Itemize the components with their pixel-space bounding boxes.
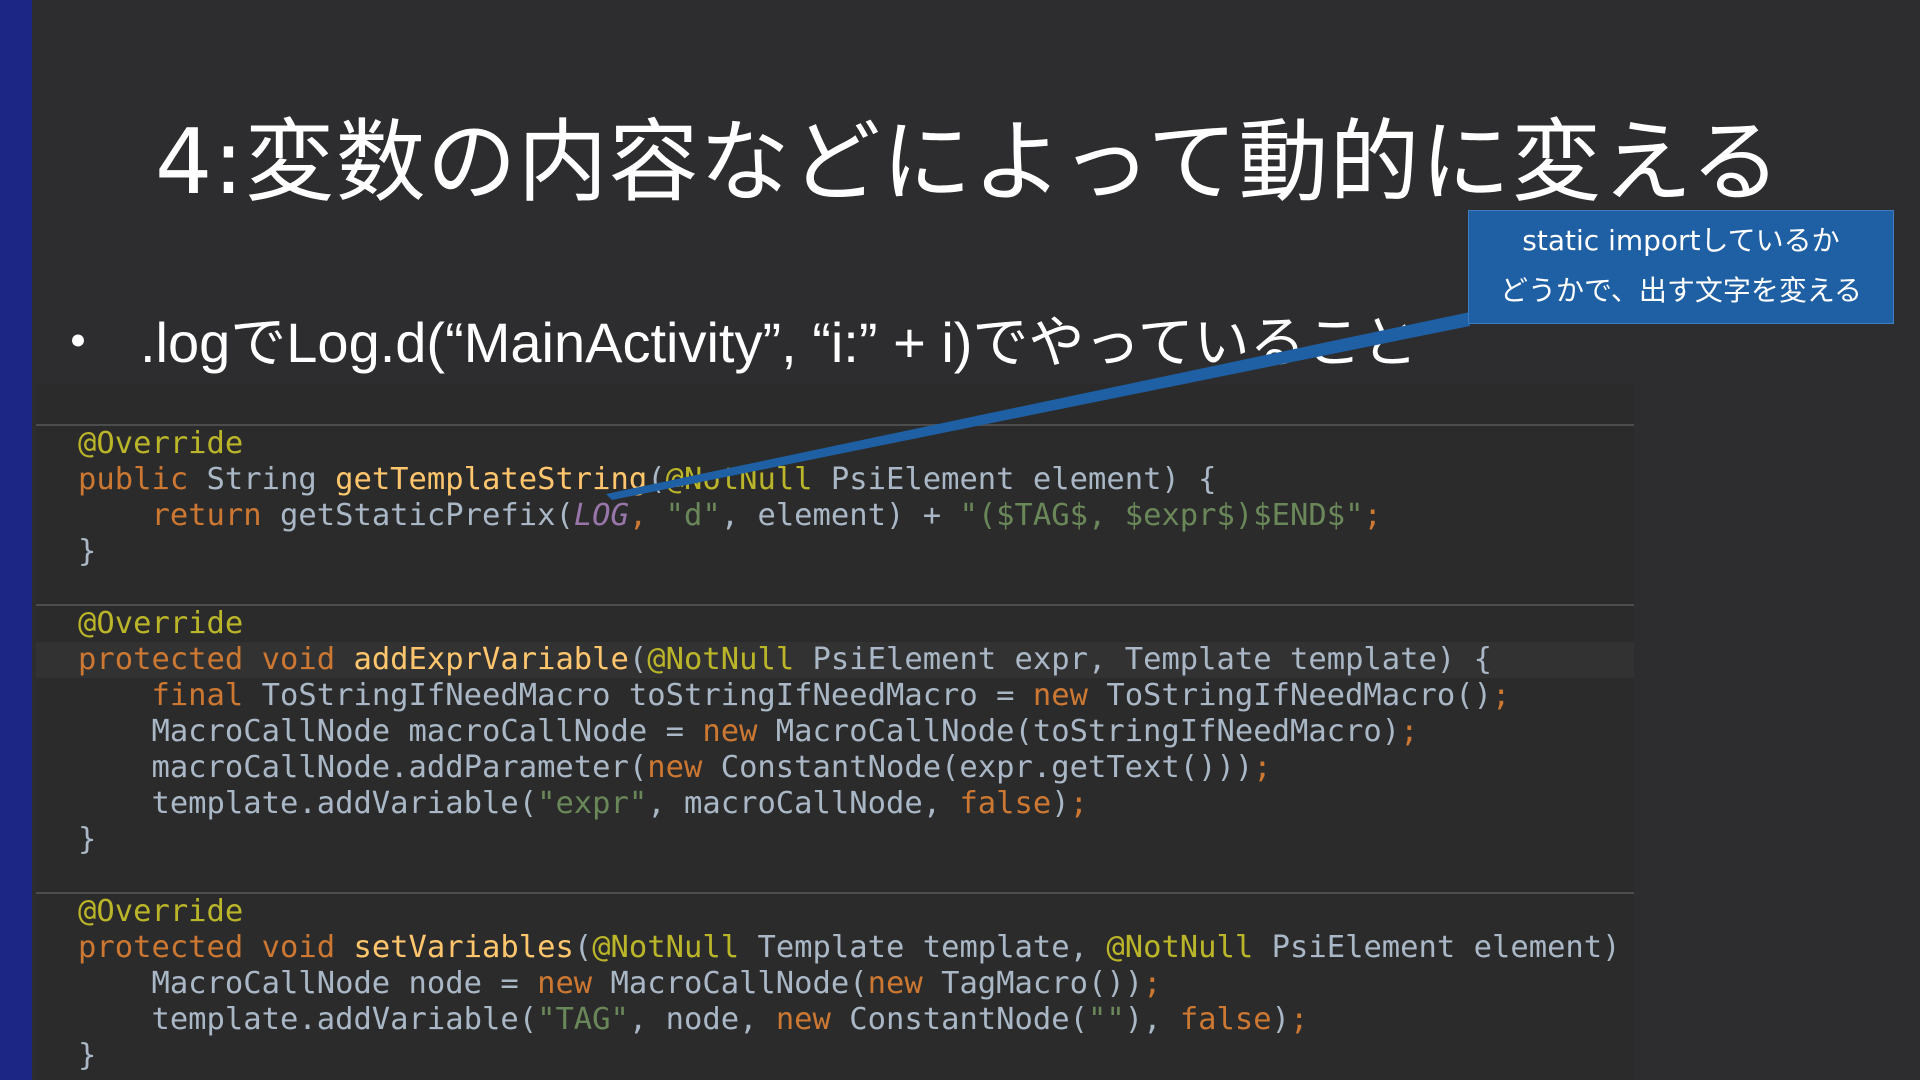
code-line: }: [78, 1038, 97, 1073]
code-line: template.addVariable("TAG", node, new Co…: [151, 1002, 1309, 1037]
bullet-item: ・ .logでLog.d(“MainActivity”, “i:” + i)でやっ…: [50, 308, 1418, 378]
callout-line-2: どうかで、出す文字を変える: [1499, 274, 1863, 307]
code-line: public String getTemplateString(@NotNull…: [78, 462, 1217, 497]
code-line: @Override: [78, 606, 244, 641]
method-separator: [36, 892, 1634, 894]
code-line: @Override: [78, 894, 244, 929]
code-line: protected void addExprVariable(@NotNull …: [78, 642, 1492, 677]
bullet-marker: ・: [50, 311, 106, 374]
code-line: MacroCallNode macroCallNode = new MacroC…: [151, 714, 1419, 749]
code-line: final ToStringIfNeedMacro toStringIfNeed…: [151, 678, 1511, 713]
code-line: macroCallNode.addParameter(new ConstantN…: [151, 750, 1272, 785]
code-line: return getStaticPrefix(LOG, "d", element…: [151, 498, 1382, 533]
slide: 4:変数の内容などによって動的に変える ・ .logでLog.d(“MainAct…: [0, 0, 1920, 1080]
code-line: template.addVariable("expr", macroCallNo…: [151, 786, 1089, 821]
code-line: MacroCallNode node = new MacroCallNode(n…: [151, 966, 1162, 1001]
slide-title: 4:変数の内容などによって動的に変える: [155, 110, 1782, 215]
bullet-text: .logでLog.d(“MainActivity”, “i:” + i)でやって…: [140, 311, 1418, 374]
accent-bar: [0, 0, 32, 1080]
code-line: protected void setVariables(@NotNull Tem…: [78, 930, 1634, 965]
callout-line-1: static importしているか: [1522, 224, 1840, 257]
code-line: @Override: [78, 426, 244, 461]
code-panel: @Override public String getTemplateStrin…: [36, 384, 1634, 1080]
code-line: }: [78, 822, 97, 857]
code-line: }: [78, 534, 97, 569]
method-separator: [36, 424, 1634, 426]
method-separator: [36, 604, 1634, 606]
callout-box: static importしているか どうかで、出す文字を変える: [1468, 210, 1894, 324]
